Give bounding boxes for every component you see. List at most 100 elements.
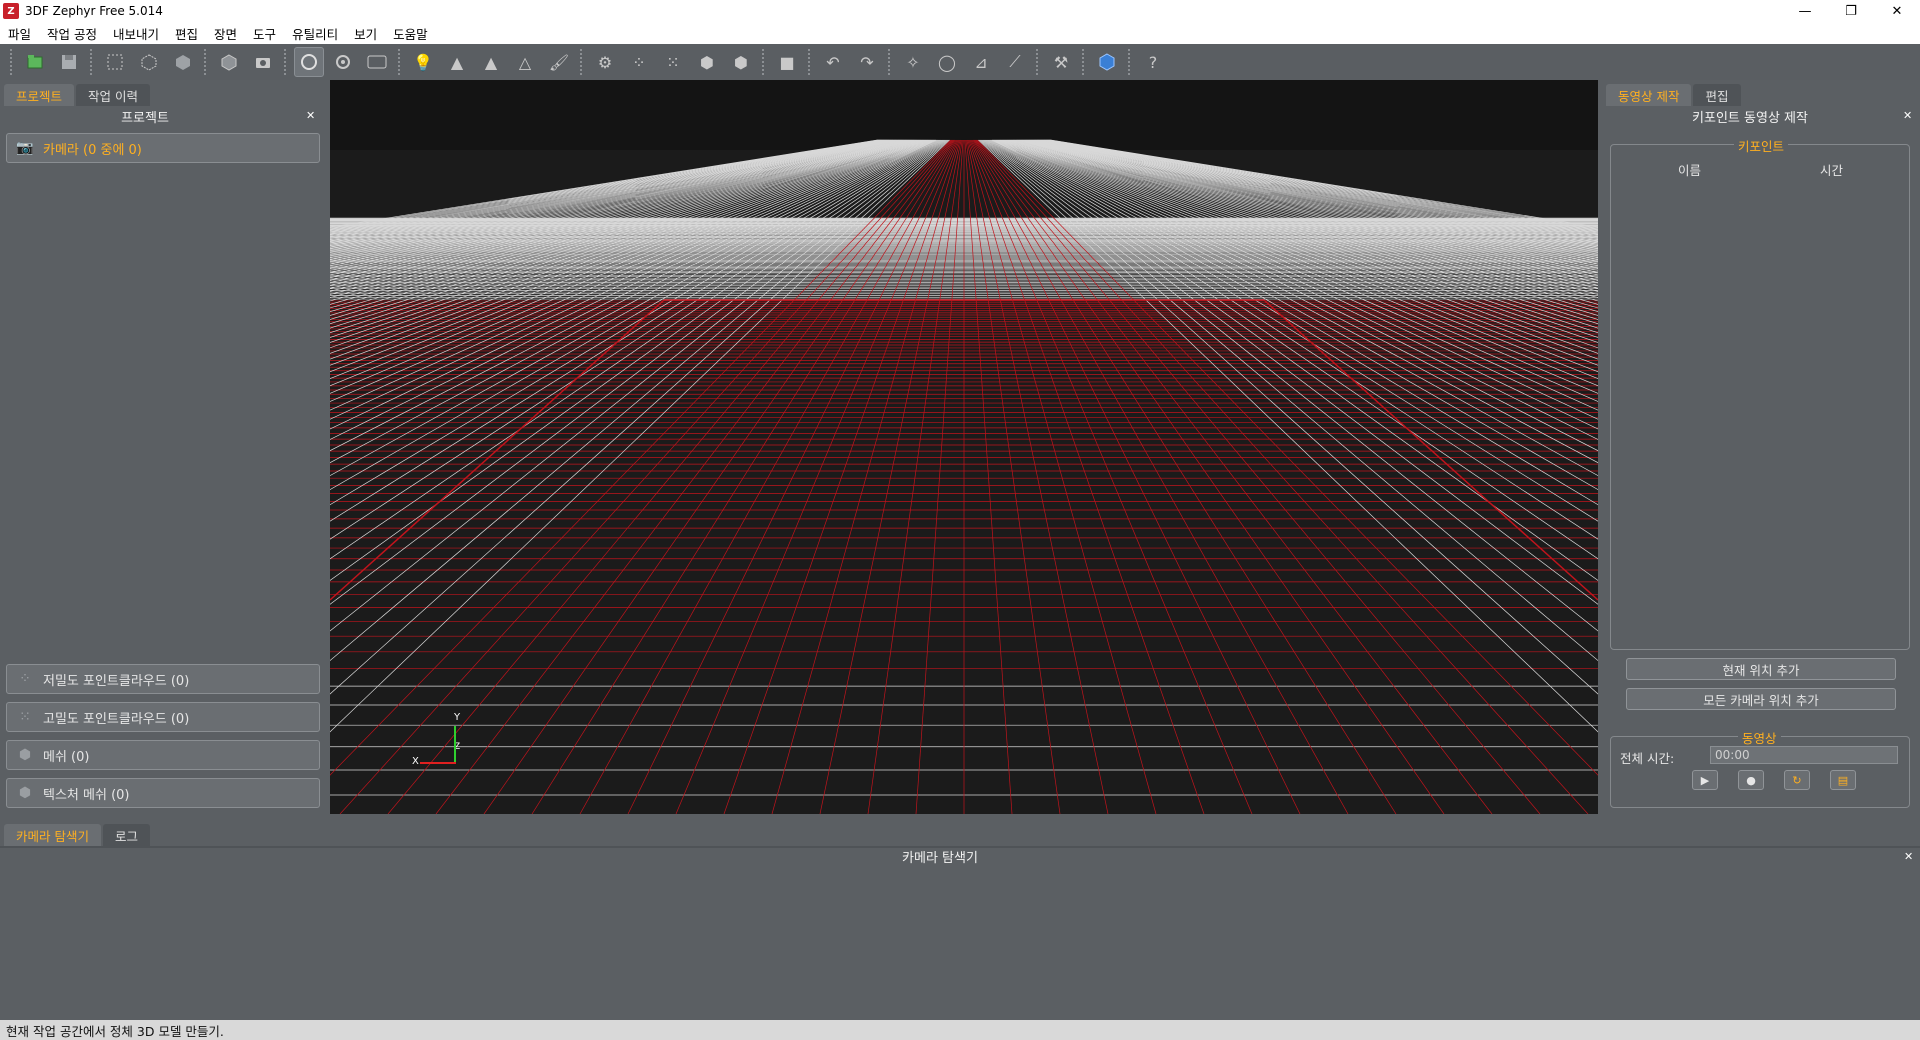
menu-file[interactable]: 파일 [0, 24, 39, 43]
close-button[interactable]: ✕ [1874, 0, 1920, 22]
tab-project[interactable]: 프로젝트 [4, 84, 75, 106]
solid-triangle-icon[interactable]: △ [510, 47, 540, 77]
restore-button[interactable]: ❐ [1828, 0, 1874, 22]
menu-edit[interactable]: 편집 [167, 24, 206, 43]
play-icon: ▶ [1700, 773, 1710, 787]
save-icon[interactable] [54, 47, 84, 77]
column-time-header[interactable]: 시간 [1820, 160, 1843, 179]
redo-icon[interactable]: ↷ [852, 47, 882, 77]
rotate-icon[interactable] [328, 47, 358, 77]
menu-tools[interactable]: 도구 [245, 24, 284, 43]
close-panel-icon[interactable]: ✕ [1904, 850, 1913, 863]
brush-icon[interactable]: 🖌 [544, 47, 574, 77]
status-bar: 현재 작업 공간에서 정체 3D 모델 만들기. [0, 1020, 1920, 1040]
orbit-icon[interactable] [294, 47, 324, 77]
wire-triangle-icon[interactable]: ▲ [476, 47, 506, 77]
toolbar: 💡 ▲ ▲ △ 🖌 ⚙ ⁘ ⁙ ⬢ ⬢ ■ ↶ ↷ ✧ ◯ ⊿ ⟋ ⚒ ? [0, 44, 1920, 80]
plane-icon[interactable]: ⊿ [966, 47, 996, 77]
add-all-cameras-button[interactable]: 모든 카메라 위치 추가 [1626, 688, 1896, 710]
menu-view[interactable]: 보기 [346, 24, 385, 43]
video-group-title: 동영상 [1738, 728, 1781, 747]
camera-icon[interactable] [248, 47, 278, 77]
panel-title: 키포인트 동영상 제작 [1692, 110, 1808, 126]
add-current-position-button[interactable]: 현재 위치 추가 [1626, 658, 1896, 680]
menu-workflow[interactable]: 작업 공정 [39, 24, 105, 43]
cameras-item[interactable]: 📷 카메라 (0 중에 0) [6, 133, 320, 163]
total-time-field[interactable]: 00:00 [1710, 746, 1898, 764]
circle-select-icon[interactable]: ◯ [932, 47, 962, 77]
close-panel-icon[interactable]: ✕ [306, 109, 315, 122]
axis-x-label: X [412, 756, 419, 767]
measure-icon[interactable]: ⟋ [1000, 47, 1030, 77]
mesh-item[interactable]: ⬢ 메쉬 (0) [6, 740, 320, 770]
panel-title: 프로젝트 [121, 110, 169, 126]
toolbar-separator [888, 49, 892, 75]
bounding-box-icon[interactable] [134, 47, 164, 77]
ground-grid [330, 80, 1598, 814]
menu-help[interactable]: 도움말 [385, 24, 436, 43]
toolbar-separator [1082, 49, 1086, 75]
points-triangle-icon[interactable]: ▲ [442, 47, 472, 77]
camera-icon: 📷 [16, 140, 34, 156]
menu-utilities[interactable]: 유틸리티 [284, 24, 346, 43]
keypoints-group [1610, 144, 1910, 650]
mesh-icon[interactable]: ⬢ [692, 47, 722, 77]
light-bulb-icon[interactable]: 💡 [408, 47, 438, 77]
blue-cube-icon[interactable] [1092, 47, 1122, 77]
toolbar-separator [580, 49, 584, 75]
tab-camera-navigator[interactable]: 카메라 탐색기 [4, 824, 101, 846]
image-icon[interactable] [362, 47, 392, 77]
new-project-icon[interactable] [20, 47, 50, 77]
record-icon: ● [1746, 773, 1756, 787]
dense-cloud-item[interactable]: ⁙ 고밀도 포인트클라우드 (0) [6, 702, 320, 732]
textured-mesh-icon: ⬢ [18, 785, 32, 801]
tab-video-maker[interactable]: 동영상 제작 [1606, 84, 1692, 106]
tools-icon[interactable]: ⚒ [1046, 47, 1076, 77]
textured-mesh-item[interactable]: ⬢ 텍스처 메쉬 (0) [6, 778, 320, 808]
play-button[interactable]: ▶ [1692, 770, 1718, 790]
sky [330, 80, 1598, 150]
axis-y-label: Y [454, 712, 461, 723]
menu-export[interactable]: 내보내기 [105, 24, 167, 43]
tab-edit[interactable]: 편집 [1693, 84, 1741, 106]
sparse-cloud-item[interactable]: ⁘ 저밀도 포인트클라우드 (0) [6, 664, 320, 694]
toolbar-separator [398, 49, 402, 75]
cameras-cluster-icon[interactable]: ⚙ [590, 47, 620, 77]
minimize-button[interactable]: — [1782, 0, 1828, 22]
column-name-header[interactable]: 이름 [1678, 160, 1701, 179]
3d-viewport[interactable]: Y Z X [330, 80, 1598, 814]
dense-cloud-icon[interactable]: ⁙ [658, 47, 688, 77]
title-bar: Z 3DF Zephyr Free 5.014 — ❐ ✕ [0, 0, 1920, 22]
square-icon[interactable]: ■ [772, 47, 802, 77]
film-icon: ▤ [1837, 773, 1849, 787]
toolbar-separator [204, 49, 208, 75]
select-region-icon[interactable] [100, 47, 130, 77]
toolbar-separator [762, 49, 766, 75]
tab-history[interactable]: 작업 이력 [76, 84, 150, 106]
tab-log[interactable]: 로그 [102, 824, 150, 846]
export-video-button[interactable]: ▤ [1830, 770, 1856, 790]
menu-scene[interactable]: 장면 [206, 24, 245, 43]
sparse-cloud-icon[interactable]: ⁘ [624, 47, 654, 77]
mesh-icon: ⬢ [18, 747, 32, 763]
close-panel-icon[interactable]: ✕ [1903, 109, 1912, 122]
help-icon[interactable]: ? [1138, 47, 1168, 77]
toolbar-separator [1128, 49, 1132, 75]
panel-title: 카메라 탐색기 [902, 850, 978, 866]
record-button[interactable]: ● [1738, 770, 1764, 790]
toolbar-separator [10, 49, 14, 75]
toolbar-separator [808, 49, 812, 75]
mesh-cube-icon[interactable] [214, 47, 244, 77]
toolbar-separator [90, 49, 94, 75]
lasso-icon[interactable]: ✧ [898, 47, 928, 77]
window-title: 3DF Zephyr Free 5.014 [25, 4, 163, 18]
bottom-panel: 카메라 탐색기 로그 카메라 탐색기 ✕ [0, 816, 1920, 1020]
undo-icon[interactable]: ↶ [818, 47, 848, 77]
loop-icon: ↻ [1792, 773, 1802, 787]
textured-mesh-icon[interactable]: ⬢ [726, 47, 756, 77]
axis-y-line [454, 726, 456, 762]
sparse-cloud-icon: ⁘ [19, 671, 31, 687]
app-logo-icon: Z [3, 3, 19, 19]
cube-icon[interactable] [168, 47, 198, 77]
loop-button[interactable]: ↻ [1784, 770, 1810, 790]
